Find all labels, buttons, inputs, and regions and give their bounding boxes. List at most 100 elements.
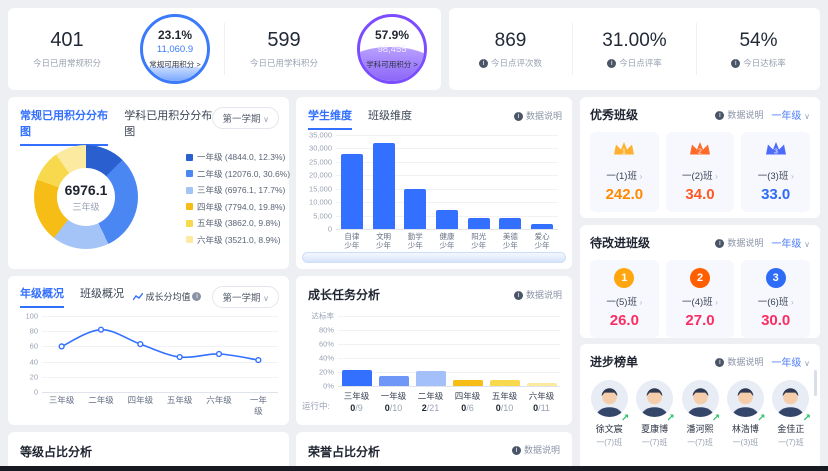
tasks-bar-chart: 0%20%40%60%80%达标率三年级0/9一年级0/10二年级2/21四年级… [338, 316, 560, 386]
regular-points-stat: 401 今日已用常规积分 [8, 29, 126, 69]
gridline [336, 202, 558, 203]
info-icon: i [715, 111, 724, 120]
running-ratio: 0/11 [533, 403, 550, 413]
grade-dropdown[interactable]: 一年级 ∨ [771, 235, 810, 250]
legend-item[interactable]: 三年级 (6976.1, 17.7%) [186, 184, 290, 196]
dimension-tabs: 学生维度 班级维度 [308, 107, 412, 130]
subject-available-link[interactable]: 学科可用积分 > [360, 59, 424, 70]
horizontal-scrollbar[interactable] [302, 252, 566, 263]
info-icon[interactable]: i [731, 59, 740, 68]
student-item[interactable]: ↗徐文宸一(7)班 [590, 380, 628, 448]
excellent-classes-list: 1一(1)班 ›242.02一(2)班 ›34.03一(3)班 ›33.0 [590, 132, 810, 212]
bar [373, 143, 395, 229]
class-score: 30.0 [743, 312, 808, 329]
regular-available-gauge[interactable]: 23.1% 11,060.9 常规可用积分 > [140, 14, 210, 84]
regular-points-value: 401 [8, 29, 126, 52]
x-axis-label: 爱心少年 [535, 232, 550, 251]
student-item[interactable]: ↗金佳正一(7)班 [772, 380, 810, 448]
regular-available-link[interactable]: 常规可用积分 > [143, 59, 207, 70]
subject-points-value: 599 [225, 29, 343, 52]
card-title: 优秀班级 [590, 106, 638, 123]
bar [531, 224, 553, 229]
tab-class-dimension[interactable]: 班级维度 [368, 107, 412, 130]
excellent-class-item[interactable]: 3一(3)班 ›33.0 [741, 132, 810, 212]
crown-icon: 1 [592, 140, 657, 162]
class-name-link[interactable]: 一(1)班 › [592, 168, 657, 182]
running-ratio: 0/6 [461, 403, 474, 413]
subject-available-gauge[interactable]: 57.9% 98,455 学科可用积分 > [357, 14, 427, 84]
grade-dropdown[interactable]: 一年级 ∨ [771, 354, 810, 369]
class-name-link[interactable]: 一(5)班 › [592, 294, 657, 308]
legend-item[interactable]: 四年级 (7794.0, 19.8%) [186, 201, 290, 213]
line-chart-icon [133, 293, 143, 301]
y-axis-tick: 20% [319, 368, 338, 377]
info-icon[interactable]: i [607, 59, 616, 68]
y-axis-tick: 0 [34, 388, 42, 397]
legend-item[interactable]: 六年级 (3521.0, 8.9%) [186, 234, 290, 246]
legend-item[interactable]: 一年级 (4844.0, 12.3%) [186, 151, 290, 163]
x-axis-label: 六年级 [206, 395, 232, 406]
gridline [338, 386, 560, 387]
legend-label: 三年级 (6976.1, 17.7%) [197, 184, 285, 196]
bar [379, 376, 409, 386]
semester-dropdown[interactable]: 第一学期 ∨ [212, 107, 279, 129]
gauge-amount: 98,455 [360, 44, 424, 55]
improve-classes-card: 待改进班级 i数据说明 一年级 ∨ 1一(5)班 ›26.02一(4)班 ›27… [580, 225, 820, 338]
grade-dropdown[interactable]: 一年级 ∨ [771, 107, 810, 122]
student-item[interactable]: ↗林浩博一(3)班 [726, 380, 764, 448]
avatar [591, 380, 628, 417]
improve-class-item[interactable]: 1一(5)班 ›26.0 [590, 260, 659, 338]
excellent-class-item[interactable]: 1一(1)班 ›242.0 [590, 132, 659, 212]
class-name-link[interactable]: 一(6)班 › [743, 294, 808, 308]
gridline [336, 148, 558, 149]
class-name-link[interactable]: 一(3)班 › [743, 168, 808, 182]
chevron-right-icon: › [715, 172, 718, 181]
y-axis-tick: 60 [30, 342, 42, 351]
tab-student-dimension[interactable]: 学生维度 [308, 107, 352, 130]
class-name-link[interactable]: 一(2)班 › [668, 168, 733, 182]
y-axis-tick: 0% [323, 382, 338, 391]
improve-class-item[interactable]: 3一(6)班 ›30.0 [741, 260, 810, 338]
info-icon[interactable]: i [192, 292, 201, 301]
grade-line-chart: 020406080100三年级二年级四年级五年级六年级一年级 [42, 316, 278, 392]
data-note-link[interactable]: i数据说明 [514, 109, 562, 122]
subject-points-label: 今日已用学科积分 [225, 57, 343, 69]
tab-class-overview[interactable]: 班级概况 [80, 285, 124, 308]
class-score: 27.0 [668, 312, 733, 329]
review-rate-label: i今日点评率 [573, 57, 696, 69]
data-note-link[interactable]: i数据说明 [514, 288, 562, 301]
data-note-link[interactable]: i数据说明 [715, 236, 763, 249]
donut-center-label: 三年级 [72, 200, 99, 213]
card-title: 成长任务分析 [308, 286, 380, 303]
legend-item[interactable]: 五年级 (3862.0, 9.8%) [186, 217, 290, 229]
vertical-scrollbar[interactable] [814, 370, 817, 396]
progress-up-icon: ↗ [666, 413, 674, 424]
info-icon[interactable]: i [479, 59, 488, 68]
legend-label: 二年级 (12076.0, 30.6%) [197, 168, 290, 180]
gridline [336, 135, 558, 136]
student-item[interactable]: ↗潘河熙一(7)班 [681, 380, 719, 448]
student-class: 一(7)班 [635, 437, 673, 448]
info-icon: i [715, 239, 724, 248]
data-note-link[interactable]: i数据说明 [715, 355, 763, 368]
chevron-right-icon: › [791, 298, 794, 307]
y-axis-tick: 40% [319, 354, 338, 363]
donut-center-value: 6976.1 [65, 182, 108, 198]
data-note-link[interactable]: i数据说明 [715, 108, 763, 121]
info-icon: i [512, 446, 521, 455]
avatar [682, 380, 719, 417]
tab-regular-points[interactable]: 常规已用积分分布图 [20, 107, 108, 146]
tab-grade-overview[interactable]: 年级概况 [20, 285, 64, 308]
improve-class-item[interactable]: 2一(4)班 ›27.0 [666, 260, 735, 338]
class-name-link[interactable]: 一(4)班 › [668, 294, 733, 308]
excellent-class-item[interactable]: 2一(2)班 ›34.0 [666, 132, 735, 212]
distribution-tabs: 常规已用积分分布图 学科已用积分分布图 [20, 107, 212, 146]
donut-legend: 一年级 (4844.0, 12.3%) 二年级 (12076.0, 30.6%) 三… [186, 151, 290, 250]
tab-subject-points[interactable]: 学科已用积分分布图 [124, 107, 212, 146]
semester-dropdown[interactable]: 第一学期 ∨ [212, 286, 279, 308]
donut-center: 6976.1 三年级 [57, 168, 115, 226]
data-note-link[interactable]: i数据说明 [512, 443, 560, 460]
chevron-down-icon: ∨ [263, 115, 269, 124]
student-item[interactable]: ↗夏康博一(7)班 [635, 380, 673, 448]
legend-item[interactable]: 二年级 (12076.0, 30.6%) [186, 168, 290, 180]
